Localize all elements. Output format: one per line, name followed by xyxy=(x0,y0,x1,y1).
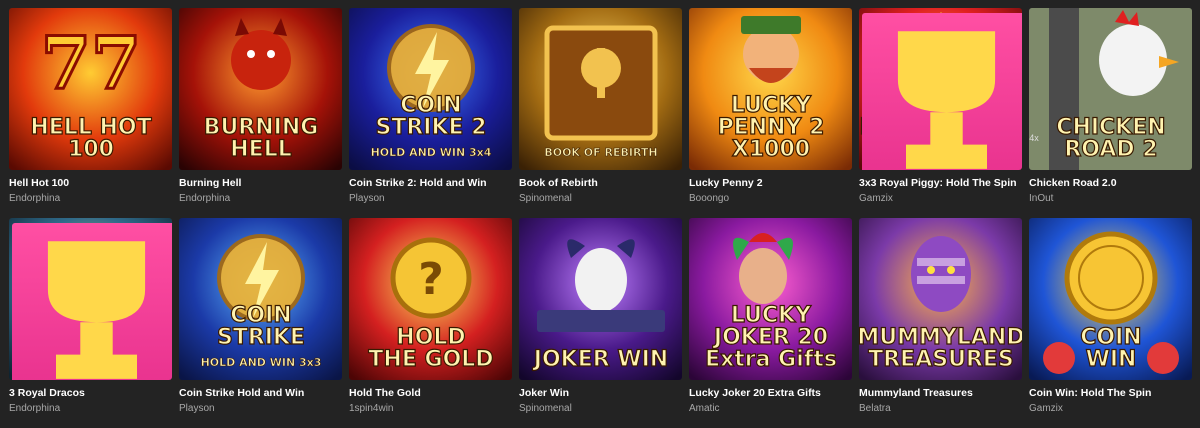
game-logo: COINWIN xyxy=(1080,324,1143,372)
game-title[interactable]: Coin Win: Hold The Spin xyxy=(1029,387,1192,400)
game-logo-text: STRIKE 2 xyxy=(375,115,486,140)
game-thumbnail[interactable]: COIN WIN xyxy=(1029,218,1192,380)
game-thumbnail[interactable]: 77 HELL HOT 100 xyxy=(9,8,172,170)
game-title[interactable]: Coin Strike Hold and Win xyxy=(179,387,342,400)
game-card[interactable]: COIN WIN Coin Win: Hold The Spin Gamzix xyxy=(1029,218,1192,428)
game-card[interactable]: CHICKEN ROAD 2 Chicken Road 2.0 InOut xyxy=(1029,8,1192,218)
joker-win-artwork: JOKER WIN xyxy=(519,218,682,380)
game-provider[interactable]: Amatic xyxy=(689,403,852,415)
game-title[interactable]: Coin Strike 2: Hold and Win xyxy=(349,177,512,190)
game-thumbnail[interactable]: ROYAL PIGGYHOLD THE SPIN 3x3 Tournament xyxy=(859,8,1022,170)
game-card[interactable]: 3 ROYALDRACOS Tournament 3 Royal Dracos En… xyxy=(9,218,172,428)
game-card[interactable]: MUMMYLAND TREASURES Mummyland Treasures Be… xyxy=(859,218,1022,428)
game-provider[interactable]: 1spin4win xyxy=(349,403,512,415)
game-thumbnail[interactable]: ? HOLD THE GOLD xyxy=(349,218,512,380)
game-provider[interactable]: Endorphina xyxy=(9,403,172,415)
svg-text:77: 77 xyxy=(41,20,141,105)
game-title[interactable]: 3 Royal Dracos xyxy=(9,387,172,400)
game-card[interactable]: LUCKY JOKER 20 Extra Gifts Lucky Joker 20 … xyxy=(689,218,852,428)
game-thumbnail[interactable]: LUCKY PENNY 2 X1000 xyxy=(689,8,852,170)
game-logo-text: THE GOLD xyxy=(368,347,493,372)
game-provider[interactable]: Endorphina xyxy=(9,193,172,205)
game-card[interactable]: COIN STRIKE HOLD AND WIN 3x3 Coin Strike H… xyxy=(179,218,342,428)
game-logo-text: BOOK OF REBIRTH xyxy=(544,146,657,159)
hell-hot-artwork: 77 HELL HOT100 xyxy=(9,8,172,170)
game-thumbnail[interactable]: COIN STRIKE 2 HOLD AND WIN 3x4 xyxy=(349,8,512,170)
game-thumbnail[interactable]: MUMMYLAND TREASURES xyxy=(859,218,1022,380)
game-provider[interactable]: Gamzix xyxy=(859,193,1022,205)
burning-hell-artwork: BURNINGHELL xyxy=(179,8,342,170)
game-logo-text: HOLD AND WIN 3x4 xyxy=(371,146,492,159)
game-logo-text: Extra Gifts xyxy=(705,347,837,372)
game-provider[interactable]: Playson xyxy=(179,403,342,415)
game-logo: BOOK OF REBIRTH xyxy=(544,146,658,160)
game-logo-text: TREASURES xyxy=(868,347,1014,372)
coin-strike-2-artwork: COINSTRIKE 2HOLD AND WIN 3x4 xyxy=(349,8,512,170)
game-provider[interactable]: Playson xyxy=(349,193,512,205)
game-title[interactable]: Lucky Joker 20 Extra Gifts xyxy=(689,387,852,400)
coin-strike-artwork: COINSTRIKEHOLD AND WIN 3x3 xyxy=(179,218,342,380)
game-card[interactable]: ROYAL PIGGYHOLD THE SPIN 3x3 Tournament 3… xyxy=(859,8,1022,218)
game-logo-text: STRIKE xyxy=(217,325,305,350)
trophy-icon xyxy=(47,241,146,379)
hold-the-gold-artwork: ? HOLDTHE GOLD xyxy=(349,218,512,380)
game-card[interactable]: 77 HELL HOT 100 Hell Hot 100 Endorphina xyxy=(9,8,172,218)
game-provider[interactable]: Spinomenal xyxy=(519,193,682,205)
game-thumbnail[interactable]: JOKER WIN xyxy=(519,218,682,380)
lucky-penny-2-artwork: LUCKYPENNY 2X1000 xyxy=(689,8,852,170)
game-title[interactable]: Book of Rebirth xyxy=(519,177,682,190)
games-grid: 77 HELL HOT 100 Hell Hot 100 Endorphina BU… xyxy=(9,8,1192,428)
game-title[interactable]: Hell Hot 100 xyxy=(9,177,172,190)
trophy-icon xyxy=(897,31,996,169)
game-thumbnail[interactable]: 3 ROYALDRACOS Tournament xyxy=(9,218,172,380)
lucky-joker-artwork: LUCKYJOKER 20Extra Gifts xyxy=(689,218,852,380)
game-thumbnail[interactable]: BOOK OF REBIRTH xyxy=(519,8,682,170)
game-provider[interactable]: Endorphina xyxy=(179,193,342,205)
game-logo-text: ROAD 2 xyxy=(1064,137,1157,162)
game-logo-text: JOKER WIN xyxy=(532,347,668,372)
game-logo-text: 100 xyxy=(68,137,114,162)
game-logo: CHICKENROAD 2 xyxy=(1056,114,1167,162)
game-provider[interactable]: InOut xyxy=(1029,193,1192,205)
game-provider[interactable]: Spinomenal xyxy=(519,403,682,415)
game-provider[interactable]: Belatra xyxy=(859,403,1022,415)
game-provider[interactable]: Booongo xyxy=(689,193,852,205)
book-of-rebirth-artwork: BOOK OF REBIRTH xyxy=(519,8,682,170)
game-card[interactable]: LUCKY PENNY 2 X1000 Lucky Penny 2 Booongo xyxy=(689,8,852,218)
game-thumbnail[interactable]: CHICKEN ROAD 2 xyxy=(1029,8,1192,170)
game-title[interactable]: Lucky Penny 2 xyxy=(689,177,852,190)
game-title[interactable]: Mummyland Treasures xyxy=(859,387,1022,400)
game-logo-text: WIN xyxy=(1086,347,1137,372)
game-title[interactable]: Burning Hell xyxy=(179,177,342,190)
game-provider[interactable]: Gamzix xyxy=(1029,403,1192,415)
game-thumbnail[interactable]: COIN STRIKE HOLD AND WIN 3x3 xyxy=(179,218,342,380)
tournament-badge: Tournament xyxy=(862,13,1022,170)
game-title[interactable]: 3x3 Royal Piggy: Hold The Spin xyxy=(859,177,1022,190)
game-logo: LUCKYPENNY 2X1000 xyxy=(717,92,825,162)
game-thumbnail[interactable]: LUCKY JOKER 20 Extra Gifts xyxy=(689,218,852,380)
tournament-badge: Tournament xyxy=(12,223,172,380)
game-thumbnail[interactable]: BURNING HELL xyxy=(179,8,342,170)
coin-win-artwork: COINWIN xyxy=(1029,218,1192,380)
game-title[interactable]: Hold The Gold xyxy=(349,387,512,400)
game-title[interactable]: Chicken Road 2.0 xyxy=(1029,177,1192,190)
game-logo: MUMMYLANDTREASURES xyxy=(859,324,1022,372)
chicken-road-artwork: CHICKENROAD 2 xyxy=(1029,8,1192,170)
game-card[interactable]: BURNING HELL Burning Hell Endorphina xyxy=(179,8,342,218)
game-card[interactable]: JOKER WIN Joker Win Spinomenal xyxy=(519,218,682,428)
svg-text:?: ? xyxy=(418,254,444,305)
game-card[interactable]: ? HOLD THE GOLD Hold The Gold 1spin4win xyxy=(349,218,512,428)
game-card[interactable]: BOOK OF REBIRTH Book of Rebirth Spinomena… xyxy=(519,8,682,218)
game-title[interactable]: Joker Win xyxy=(519,387,682,400)
mummyland-artwork: MUMMYLANDTREASURES xyxy=(859,218,1022,380)
game-card[interactable]: COIN STRIKE 2 HOLD AND WIN 3x4 Coin Strike… xyxy=(349,8,512,218)
game-logo-text: HELL xyxy=(230,137,291,162)
game-logo-text: HOLD AND WIN 3x3 xyxy=(201,356,322,369)
game-logo: JOKER WIN xyxy=(531,346,669,372)
game-logo-text: X1000 xyxy=(732,137,810,162)
carousel-next-arrow[interactable]: 4x xyxy=(1024,128,1044,148)
